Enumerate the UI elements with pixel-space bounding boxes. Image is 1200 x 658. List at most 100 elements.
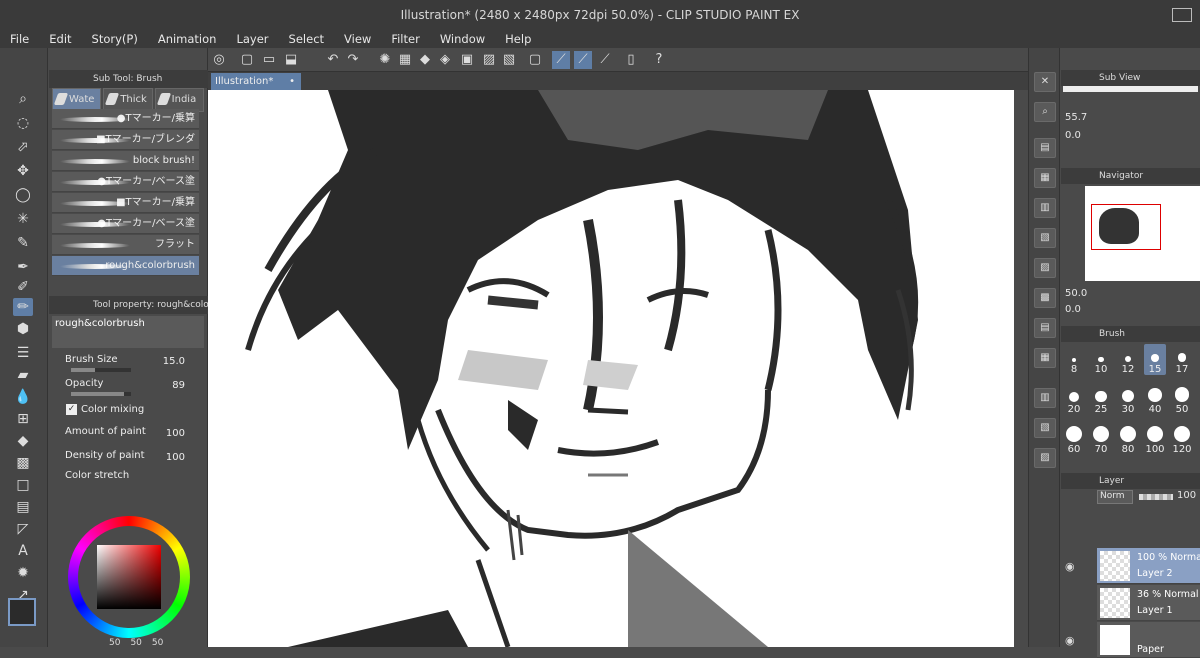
saturation-square[interactable] bbox=[97, 545, 161, 609]
layer-row-paper[interactable]: Paper bbox=[1097, 622, 1200, 658]
brush-size-option[interactable]: 25 bbox=[1090, 384, 1112, 415]
panel-icon[interactable]: ▩ bbox=[1034, 288, 1056, 308]
menu-file[interactable]: File bbox=[0, 30, 39, 48]
amount-row[interactable]: Amount of paint 100 bbox=[61, 426, 201, 446]
pencil-icon[interactable]: ✐ bbox=[13, 278, 33, 296]
panel-icon[interactable]: ▨ bbox=[1034, 448, 1056, 468]
blend-mode-select[interactable]: Norm bbox=[1097, 490, 1133, 504]
menu-filter[interactable]: Filter bbox=[381, 30, 429, 48]
color-mixing-checkbox[interactable]: ✓ bbox=[66, 404, 77, 415]
figure-icon[interactable]: ⊞ bbox=[13, 410, 33, 428]
brush-size-option[interactable]: 20 bbox=[1063, 384, 1085, 415]
material-icon[interactable]: ✕ bbox=[1034, 72, 1056, 92]
opacity-row[interactable]: Opacity 89 bbox=[61, 378, 201, 398]
eye-icon[interactable]: ◉ bbox=[1065, 560, 1075, 573]
layer-opacity-slider[interactable] bbox=[1139, 494, 1173, 500]
layer-row-layer-1[interactable]: 36 % Normal Layer 1 bbox=[1097, 585, 1200, 621]
brush-size-row[interactable]: Brush Size 15.0 bbox=[61, 354, 201, 374]
balloon-icon[interactable]: ✹ bbox=[13, 564, 33, 582]
save-icon[interactable]: ⬓ bbox=[282, 51, 300, 69]
brush-item[interactable]: ●Tマーカー/ベース塗 bbox=[52, 214, 199, 234]
selection-icon[interactable]: ▣ bbox=[458, 51, 476, 69]
deselect-icon[interactable]: ▢ bbox=[526, 51, 544, 69]
auto-select-icon[interactable]: ✳ bbox=[13, 210, 33, 228]
density-row[interactable]: Density of paint 100 bbox=[61, 450, 201, 470]
blend-icon[interactable]: 💧 bbox=[13, 388, 33, 406]
companion-icon[interactable]: ▯ bbox=[622, 51, 640, 69]
amount-value[interactable]: 100 bbox=[166, 428, 185, 439]
ruler-icon[interactable]: ◸ bbox=[13, 520, 33, 538]
operation-icon[interactable]: ⬀ bbox=[13, 138, 33, 156]
maximize-button[interactable] bbox=[1172, 8, 1192, 22]
brush-size-option[interactable]: 80 bbox=[1117, 424, 1139, 455]
menu-animation[interactable]: Animation bbox=[148, 30, 227, 48]
airbrush-icon[interactable]: ⬢ bbox=[13, 320, 33, 338]
eraser-icon[interactable]: ▰ bbox=[13, 366, 33, 384]
snap-special-icon[interactable]: ⟋ bbox=[574, 51, 592, 69]
subview-zoom[interactable]: 55.7 bbox=[1065, 112, 1087, 123]
navigator-rotate[interactable]: 0.0 bbox=[1065, 304, 1081, 315]
pen-icon[interactable]: ✒ bbox=[13, 258, 33, 276]
undo-icon[interactable]: ↶ bbox=[324, 51, 342, 69]
brush-item[interactable]: フラット bbox=[52, 235, 199, 255]
brush-size-option[interactable]: 10 bbox=[1090, 344, 1112, 375]
layer-opacity-value[interactable]: 100 bbox=[1177, 490, 1196, 501]
density-value[interactable]: 100 bbox=[166, 452, 185, 463]
panel-icon[interactable]: ▥ bbox=[1034, 388, 1056, 408]
panel-icon[interactable]: ▦ bbox=[1034, 348, 1056, 368]
open-icon[interactable]: ▭ bbox=[260, 51, 278, 69]
move-icon[interactable]: ◌ bbox=[13, 114, 33, 132]
panel-icon[interactable]: ▧ bbox=[1034, 418, 1056, 438]
menu-help[interactable]: Help bbox=[495, 30, 541, 48]
gradient-icon[interactable]: ▩ bbox=[13, 454, 33, 472]
brush-size-option[interactable]: 40 bbox=[1144, 384, 1166, 415]
brush-item-selected[interactable]: rough&colorbrush bbox=[52, 256, 199, 276]
brush-size-option[interactable]: 100 bbox=[1144, 424, 1166, 455]
menu-edit[interactable]: Edit bbox=[39, 30, 81, 48]
subview-rotate[interactable]: 0.0 bbox=[1065, 130, 1081, 141]
redo-icon[interactable]: ↷ bbox=[344, 51, 362, 69]
brush-size-option[interactable]: 17 bbox=[1171, 344, 1193, 375]
frame-icon[interactable]: ▤ bbox=[13, 498, 33, 516]
lasso-icon[interactable]: ◯ bbox=[13, 186, 33, 204]
brush-size-option[interactable]: 60 bbox=[1063, 424, 1085, 455]
brush-size-value[interactable]: 15.0 bbox=[163, 356, 185, 367]
vertical-scrollbar[interactable] bbox=[1014, 90, 1028, 647]
navigator-preview[interactable] bbox=[1085, 186, 1200, 281]
color-mixing-row[interactable]: ✓ Color mixing bbox=[61, 402, 201, 422]
transform-icon[interactable]: ◈ bbox=[436, 51, 454, 69]
brush-size-option[interactable]: 50 bbox=[1171, 384, 1193, 415]
help-icon[interactable]: ? bbox=[650, 51, 668, 69]
document-tab[interactable]: Illustration* • bbox=[211, 73, 301, 90]
panel-icon[interactable]: ▦ bbox=[1034, 168, 1056, 188]
brush-size-option[interactable]: 12 bbox=[1117, 344, 1139, 375]
brush-size-option[interactable]: 70 bbox=[1090, 424, 1112, 455]
loading-icon[interactable]: ✺ bbox=[376, 51, 394, 69]
brush-size-option[interactable]: 30 bbox=[1117, 384, 1139, 415]
panel-icon[interactable]: ▨ bbox=[1034, 258, 1056, 278]
panel-icon[interactable]: ▧ bbox=[1034, 228, 1056, 248]
panel-icon[interactable]: ▥ bbox=[1034, 198, 1056, 218]
brush-item[interactable]: ●Tマーカー/ベース塗 bbox=[52, 172, 199, 192]
close-icon[interactable]: • bbox=[289, 73, 295, 90]
clear-icon[interactable]: ▦ bbox=[396, 51, 414, 69]
crop-icon[interactable]: ▧ bbox=[500, 51, 518, 69]
opacity-value[interactable]: 89 bbox=[172, 380, 185, 391]
hide-selection-icon[interactable]: ▨ bbox=[480, 51, 498, 69]
brush-size-option[interactable]: 8 bbox=[1063, 344, 1085, 375]
text-icon[interactable]: A bbox=[13, 542, 33, 560]
panel-icon[interactable]: ▤ bbox=[1034, 318, 1056, 338]
move-layer-icon[interactable]: ✥ bbox=[13, 162, 33, 180]
clip-studio-icon[interactable]: ◎ bbox=[210, 51, 228, 69]
brush-icon[interactable]: ✏ bbox=[13, 298, 33, 316]
brush-item[interactable]: ■Tマーカー/乗算 bbox=[52, 193, 199, 213]
search-icon[interactable]: ⌕ bbox=[1034, 102, 1056, 122]
brush-item[interactable]: ■Tマーカー/ブレンダ bbox=[52, 130, 199, 150]
color-set-icon[interactable]: ▤ bbox=[1034, 138, 1056, 158]
brush-item[interactable]: ●Tマーカー/乗算 bbox=[52, 109, 199, 129]
brush-item[interactable]: block brush! bbox=[52, 151, 199, 171]
menu-select[interactable]: Select bbox=[279, 30, 334, 48]
zoom-icon[interactable]: ⌕ bbox=[13, 90, 33, 108]
fill-selection-icon[interactable]: ◆ bbox=[416, 51, 434, 69]
menu-window[interactable]: Window bbox=[430, 30, 495, 48]
